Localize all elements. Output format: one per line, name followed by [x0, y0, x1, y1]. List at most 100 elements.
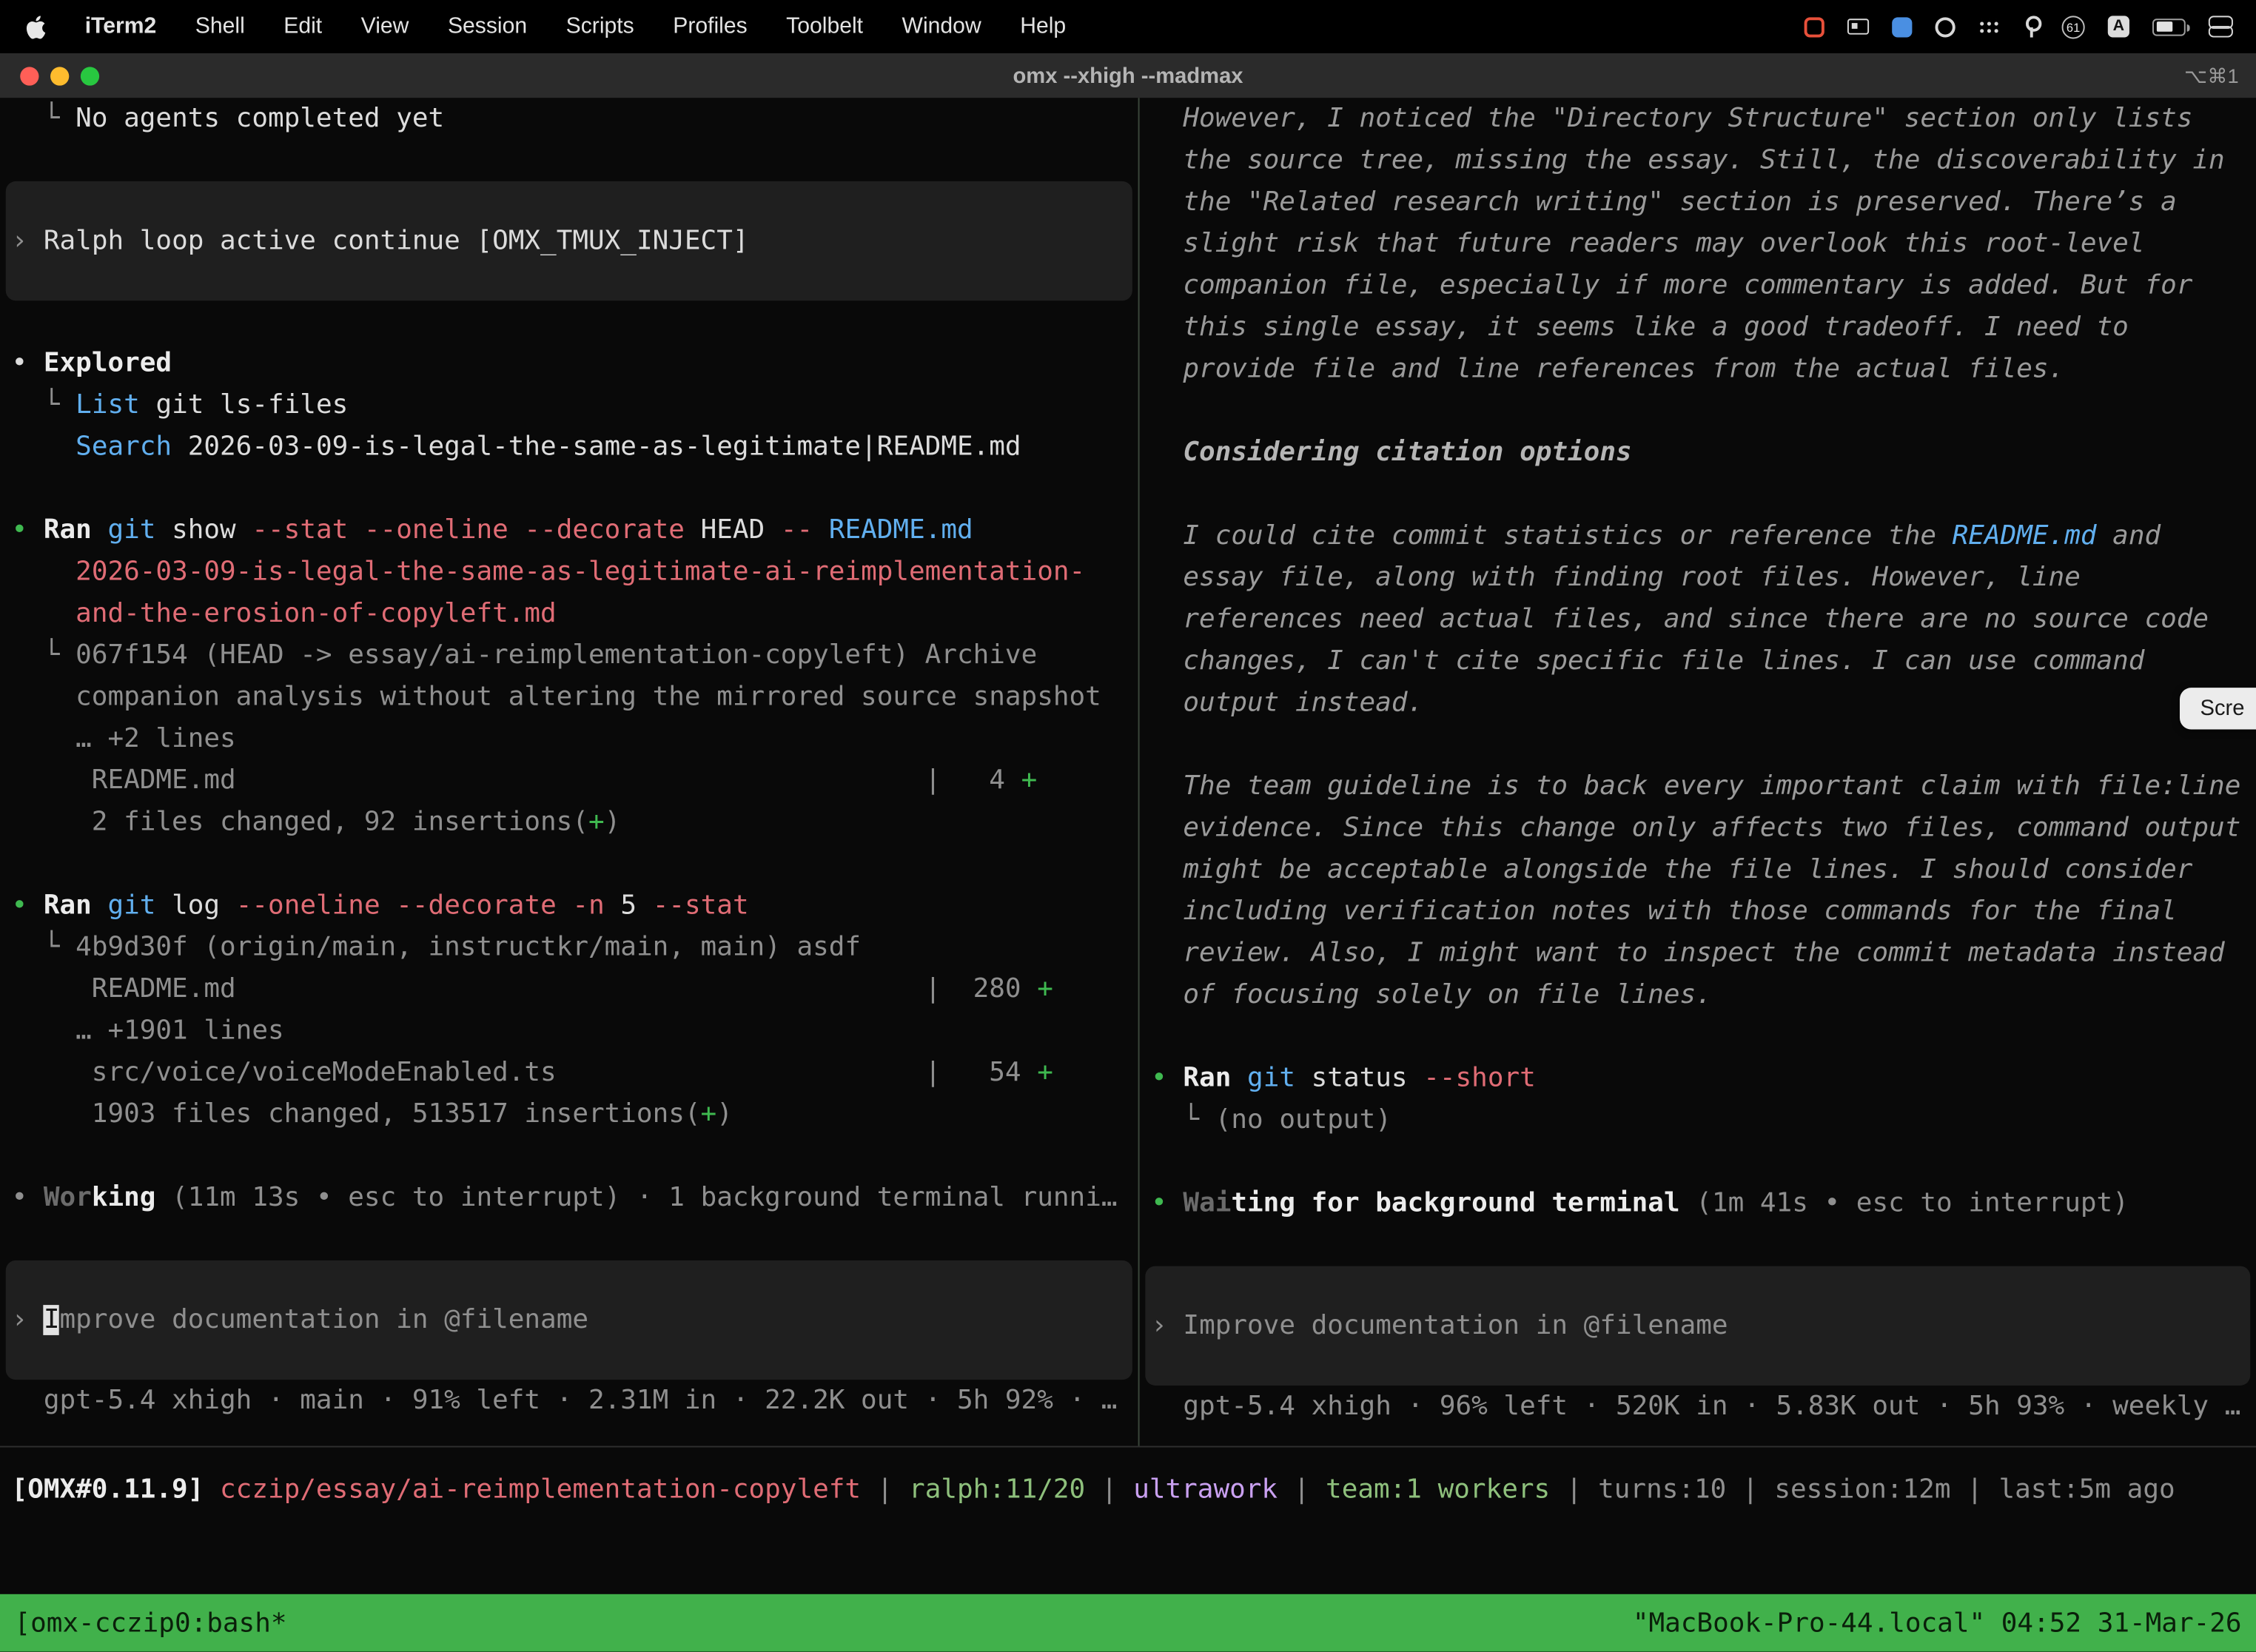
menu-items: Shell Edit View Session Scripts Profiles Toolb…	[195, 13, 1066, 39]
terminal-line: • Ran git log --oneline --decorate -n 5 …	[0, 884, 1138, 926]
terminal-line: README.md | 280 +	[0, 968, 1138, 1010]
left-terminal-pane[interactable]: └ No agents completed yet › Ralph loop a…	[0, 98, 1140, 1446]
menu-item-view[interactable]: View	[361, 13, 409, 39]
window-title-bar[interactable]: omx --xhigh --madmax ⌥⌘1	[0, 53, 2256, 98]
screen-share-overlay[interactable]: Scre	[2180, 688, 2256, 729]
terminal-line: src/voice/voiceModeEnabled.ts | 54 +	[0, 1052, 1138, 1093]
terminal-line	[0, 843, 1138, 884]
terminal-line: • Working (11m 13s • esc to interrupt) ·…	[0, 1177, 1138, 1218]
tmux-host-time-label: "MacBook-Pro-44.local" 04:52 31-Mar-26	[1633, 1608, 2242, 1638]
keyboard-dots-icon[interactable]	[1978, 19, 2001, 34]
terminal-line: └ No agents completed yet	[0, 98, 1138, 139]
terminal-line: changes, I can't cite specific file line…	[1140, 640, 2256, 682]
terminal-line: companion analysis without altering the …	[0, 676, 1138, 718]
key-icon[interactable]	[2024, 16, 2038, 37]
terminal-line: might be acceptable alongside the file l…	[1140, 849, 2256, 890]
battery-percent-badge[interactable]: 61	[2062, 15, 2085, 38]
terminal-line: › Improve documentation in @filename	[1145, 1305, 2250, 1346]
terminal-line: › Improve documentation in @filename	[6, 1299, 1132, 1340]
terminal-line: references need actual files, and since …	[1140, 599, 2256, 640]
terminal-line: • Ran git status --short	[1140, 1058, 2256, 1099]
terminal-line: 2026-03-09-is-legal-the-same-as-legitima…	[0, 551, 1138, 593]
close-button[interactable]	[20, 66, 38, 84]
terminal-panes: └ No agents completed yet › Ralph loop a…	[0, 98, 2256, 1447]
menu-item-scripts[interactable]: Scripts	[566, 13, 634, 39]
terminal-line: output instead.	[1140, 682, 2256, 723]
apple-logo-icon	[26, 15, 46, 38]
battery-icon[interactable]	[2152, 18, 2186, 35]
zoom-button[interactable]	[81, 66, 99, 84]
iterm2-window: iTerm2 Shell Edit View Session Scripts Profil…	[0, 0, 2256, 1652]
control-center-icon[interactable]	[2209, 16, 2230, 37]
terminal-line: gpt-5.4 xhigh · main · 91% left · 2.31M …	[0, 1380, 1138, 1421]
terminal-line: README.md | 4 +	[0, 759, 1138, 801]
terminal-line: essay file, along with finding root file…	[1140, 557, 2256, 598]
terminal-line: └ 4b9d30f (origin/main, instructkr/main,…	[0, 927, 1138, 968]
menu-item-shell[interactable]: Shell	[195, 13, 245, 39]
menu-status-icons: 61 A	[1805, 15, 2230, 38]
terminal-line: review. Also, I might want to inspect th…	[1140, 933, 2256, 974]
injected-message-box: › Ralph loop active continue [OMX_TMUX_I…	[6, 181, 1132, 300]
terminal-line: • Explored	[0, 343, 1138, 384]
terminal-line: › Ralph loop active continue [OMX_TMUX_I…	[6, 220, 1132, 261]
terminal-line: gpt-5.4 xhigh · 96% left · 520K in · 5.8…	[1140, 1386, 2256, 1427]
window-shortcut-badge: ⌥⌘1	[2184, 64, 2239, 88]
docker-icon[interactable]	[1892, 16, 1912, 36]
terminal-line: including verification notes with those …	[1140, 890, 2256, 932]
tmux-status-bar: [omx-cczip0:bash* "MacBook-Pro-44.local"…	[0, 1594, 2256, 1652]
terminal-line: However, I noticed the "Directory Struct…	[1140, 98, 2256, 139]
terminal-line: Considering citation options	[1140, 432, 2256, 473]
traffic-lights	[20, 66, 99, 84]
terminal-line: 2 files changed, 92 insertions(+)	[0, 802, 1138, 843]
terminal-line: └ (no output)	[1140, 1099, 2256, 1141]
menu-item-help[interactable]: Help	[1020, 13, 1066, 39]
terminal-line: • Waiting for background terminal (1m 41…	[1140, 1183, 2256, 1224]
terminal-line: of focusing solely on file lines.	[1140, 974, 2256, 1015]
terminal-line	[1140, 1141, 2256, 1182]
menu-item-iterm2[interactable]: iTerm2	[85, 13, 157, 39]
terminal-line	[1140, 390, 2256, 432]
omx-status-line: [OMX#0.11.9] cczip/essay/ai-reimplementa…	[0, 1448, 2256, 1594]
menu-item-profiles[interactable]: Profiles	[673, 13, 747, 39]
prompt-input-box[interactable]: › Improve documentation in @filename	[1145, 1266, 2250, 1386]
terminal-line	[1140, 724, 2256, 765]
right-terminal-pane[interactable]: However, I noticed the "Directory Struct…	[1140, 98, 2256, 1446]
minimize-button[interactable]	[50, 66, 69, 84]
terminal-line	[0, 468, 1138, 509]
terminal-line	[1140, 1015, 2256, 1057]
window-title: omx --xhigh --madmax	[1013, 64, 1243, 88]
terminal-line: The team guideline is to back every impo…	[1140, 765, 2256, 807]
terminal-line: and-the-erosion-of-copyleft.md	[0, 593, 1138, 634]
screen-overlay-label: Scre	[2200, 696, 2244, 721]
menu-item-edit[interactable]: Edit	[283, 13, 322, 39]
terminal-line: … +2 lines	[0, 718, 1138, 759]
menu-item-toolbelt[interactable]: Toolbelt	[786, 13, 863, 39]
stage-manager-icon[interactable]	[1847, 19, 1869, 34]
terminal-line: • Ran git show --stat --oneline --decora…	[0, 509, 1138, 551]
terminal-line: Search 2026-03-09-is-legal-the-same-as-l…	[0, 426, 1138, 467]
terminal-line: └ 067f154 (HEAD -> essay/ai-reimplementa…	[0, 634, 1138, 676]
terminal-line: [OMX#0.11.9] cczip/essay/ai-reimplementa…	[0, 1469, 2256, 1511]
terminal-line: evidence. Since this change only affects…	[1140, 807, 2256, 849]
adguard-icon[interactable]	[1936, 16, 1955, 36]
terminal-line: companion file, especially if more comme…	[1140, 265, 2256, 306]
input-source-icon[interactable]: A	[2108, 16, 2129, 37]
apple-menu[interactable]	[26, 15, 46, 38]
terminal-line	[0, 1218, 1138, 1260]
terminal-line: slight risk that future readers may over…	[1140, 223, 2256, 264]
terminal-line: the "Related research writing" section i…	[1140, 181, 2256, 223]
terminal-line: 1903 files changed, 513517 insertions(+)	[0, 1093, 1138, 1135]
terminal-line	[0, 300, 1138, 342]
terminal-line: I could cite commit statistics or refere…	[1140, 515, 2256, 557]
terminal-line	[0, 1135, 1138, 1177]
screen-recording-indicator[interactable]	[1805, 16, 1824, 36]
terminal-line: this single essay, it seems like a good …	[1140, 306, 2256, 348]
menu-item-session[interactable]: Session	[448, 13, 527, 39]
tmux-session-label: [omx-cczip0:bash*	[14, 1608, 286, 1638]
terminal-line	[1140, 1224, 2256, 1266]
macos-menu-bar: iTerm2 Shell Edit View Session Scripts Profil…	[0, 0, 2256, 53]
prompt-input-box[interactable]: › Improve documentation in @filename	[6, 1260, 1132, 1380]
terminal-line: the source tree, missing the essay. Stil…	[1140, 140, 2256, 181]
terminal-line: provide file and line references from th…	[1140, 348, 2256, 389]
menu-item-window[interactable]: Window	[902, 13, 981, 39]
